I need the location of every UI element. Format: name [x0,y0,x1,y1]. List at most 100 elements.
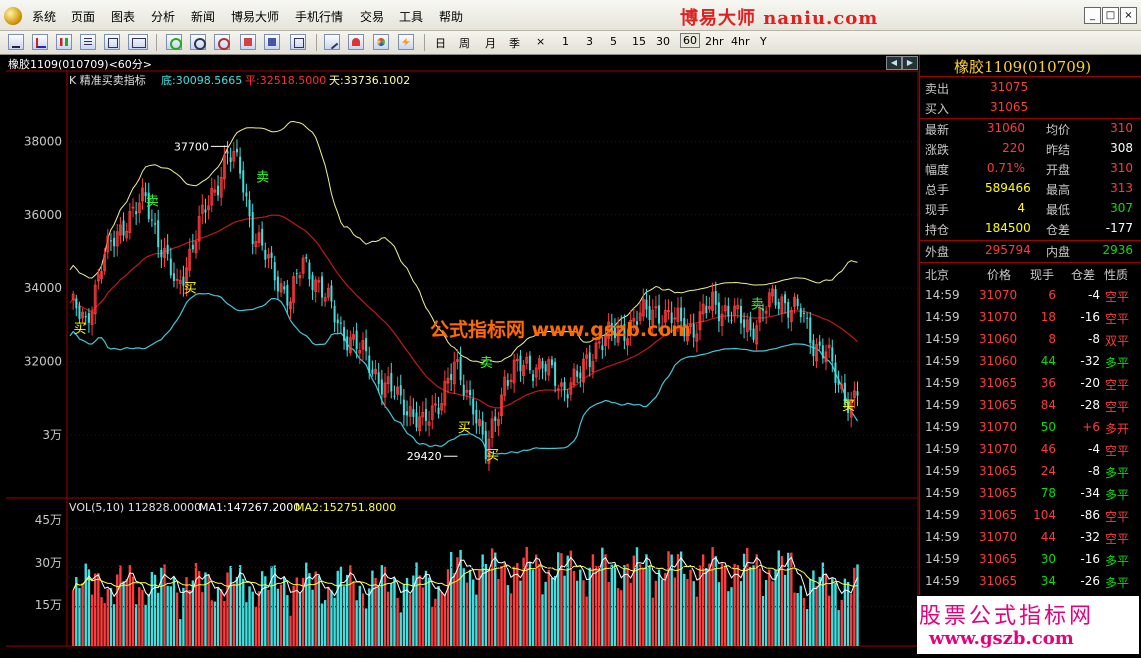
candle-body [582,358,585,383]
volume-bar [752,565,755,646]
volume-bar [194,562,198,646]
toolbar-divider [156,34,157,51]
lightning-icon[interactable] [398,34,414,50]
close-button[interactable]: × [1120,7,1137,24]
tick-nature: 多平 [1105,554,1130,568]
candle-body [591,361,595,372]
stat-label: 持仓 [925,223,950,237]
volume-bar [799,585,802,646]
candle-body [550,359,553,366]
period-2hr[interactable]: 2hr [705,35,724,48]
volume-bar [651,597,654,646]
stat-label: 均价 [1046,123,1071,137]
tick-nature: 多平 [1105,576,1130,590]
candle-body [774,289,777,306]
period-5min[interactable]: 5 [610,35,617,48]
maximize-button[interactable]: □ [1102,7,1119,24]
candle-body [317,280,321,283]
volume-bar [257,591,261,646]
volume-bar [582,580,585,646]
period-custom[interactable]: × [536,35,545,48]
minimize-button[interactable]: _ [1084,7,1101,24]
menu-boyi[interactable]: 博易大师 [231,8,279,25]
layout-icon[interactable] [104,34,120,50]
period-1min[interactable]: 1 [562,35,569,48]
ad-banner[interactable]: 股票公式指标网 www.gszb.com [917,596,1139,654]
period-3min[interactable]: 3 [586,35,593,48]
volume-bar [453,573,456,646]
buy-signal: 买 [842,399,855,414]
volume-bar [412,575,415,646]
period-4hr[interactable]: 4hr [731,35,750,48]
period-60min-selected[interactable]: 60 [680,33,700,48]
export-icon[interactable] [240,34,256,50]
candle-body [660,325,664,329]
candle-body [837,378,840,385]
draw-icon[interactable] [214,34,230,50]
menu-help[interactable]: 帮助 [439,8,463,25]
tick-time: 14:59 [925,552,960,566]
volume-bar [497,578,500,646]
candle-body [469,390,472,396]
stat-value: 310 [1110,121,1133,135]
menu-tools[interactable]: 工具 [399,8,423,25]
candle-body [739,305,742,324]
period-30min[interactable]: 30 [656,35,670,48]
candle-body [802,312,805,314]
high-price-label: 37700 [174,140,209,153]
window-icon[interactable] [264,34,280,50]
find-icon[interactable] [190,34,206,50]
candle-body [512,359,516,384]
period-year[interactable]: Y [760,35,767,48]
f10-icon[interactable] [128,34,148,50]
period-15min[interactable]: 15 [632,35,646,48]
menu-chart[interactable]: 图表 [111,8,135,25]
period-week[interactable]: 周 [459,35,470,51]
pen-icon[interactable] [324,34,340,50]
period-month[interactable]: 月 [485,35,496,51]
zoom-out-icon[interactable] [8,34,24,50]
volume-bar [645,554,648,646]
candle-body [632,318,636,322]
volume-bar [821,562,825,646]
volume-bar [585,596,588,646]
menu-trade[interactable]: 交易 [360,8,384,25]
volume-bar [588,567,591,646]
volume-bar [449,551,453,646]
tile-icon[interactable] [290,34,306,50]
candle-body [289,301,292,310]
volume-bar [683,573,686,646]
next-arrow-icon[interactable]: ▶ [902,56,918,70]
app-logo-icon[interactable] [4,7,22,25]
candle-body [503,376,507,396]
palette-icon[interactable] [373,34,389,50]
candle-body [200,204,204,214]
volume-bar [616,588,620,646]
refresh-icon[interactable] [166,34,182,50]
period-day[interactable]: 日 [435,35,446,51]
menu-news[interactable]: 新闻 [191,8,215,25]
quote-list-icon[interactable] [80,34,96,50]
menu-system[interactable]: 系统 [32,8,56,25]
tick-volume: 104 [1033,508,1056,522]
tick-time: 14:59 [925,530,960,544]
candle-body [154,223,157,225]
stat-value: 313 [1110,181,1133,195]
volume-bar [390,583,393,646]
menu-mobile[interactable]: 手机行情 [295,8,343,25]
period-season[interactable]: 季 [509,35,520,51]
line-chart-icon[interactable] [32,34,48,50]
kline-icon[interactable] [56,34,72,50]
menu-analysis[interactable]: 分析 [151,8,175,25]
menu-page[interactable]: 页面 [71,8,95,25]
indicator-name: K 精准买卖指标 [69,73,146,87]
candle-body [515,358,519,362]
volume-bar [210,600,213,646]
volume-bar [512,566,516,646]
volume-bar [749,566,752,646]
alarm-icon[interactable] [348,34,364,50]
prev-arrow-icon[interactable]: ◀ [886,56,902,70]
stat-label: 仓差 [1046,223,1071,237]
volume-bar [720,563,724,646]
candle-body [824,351,828,363]
